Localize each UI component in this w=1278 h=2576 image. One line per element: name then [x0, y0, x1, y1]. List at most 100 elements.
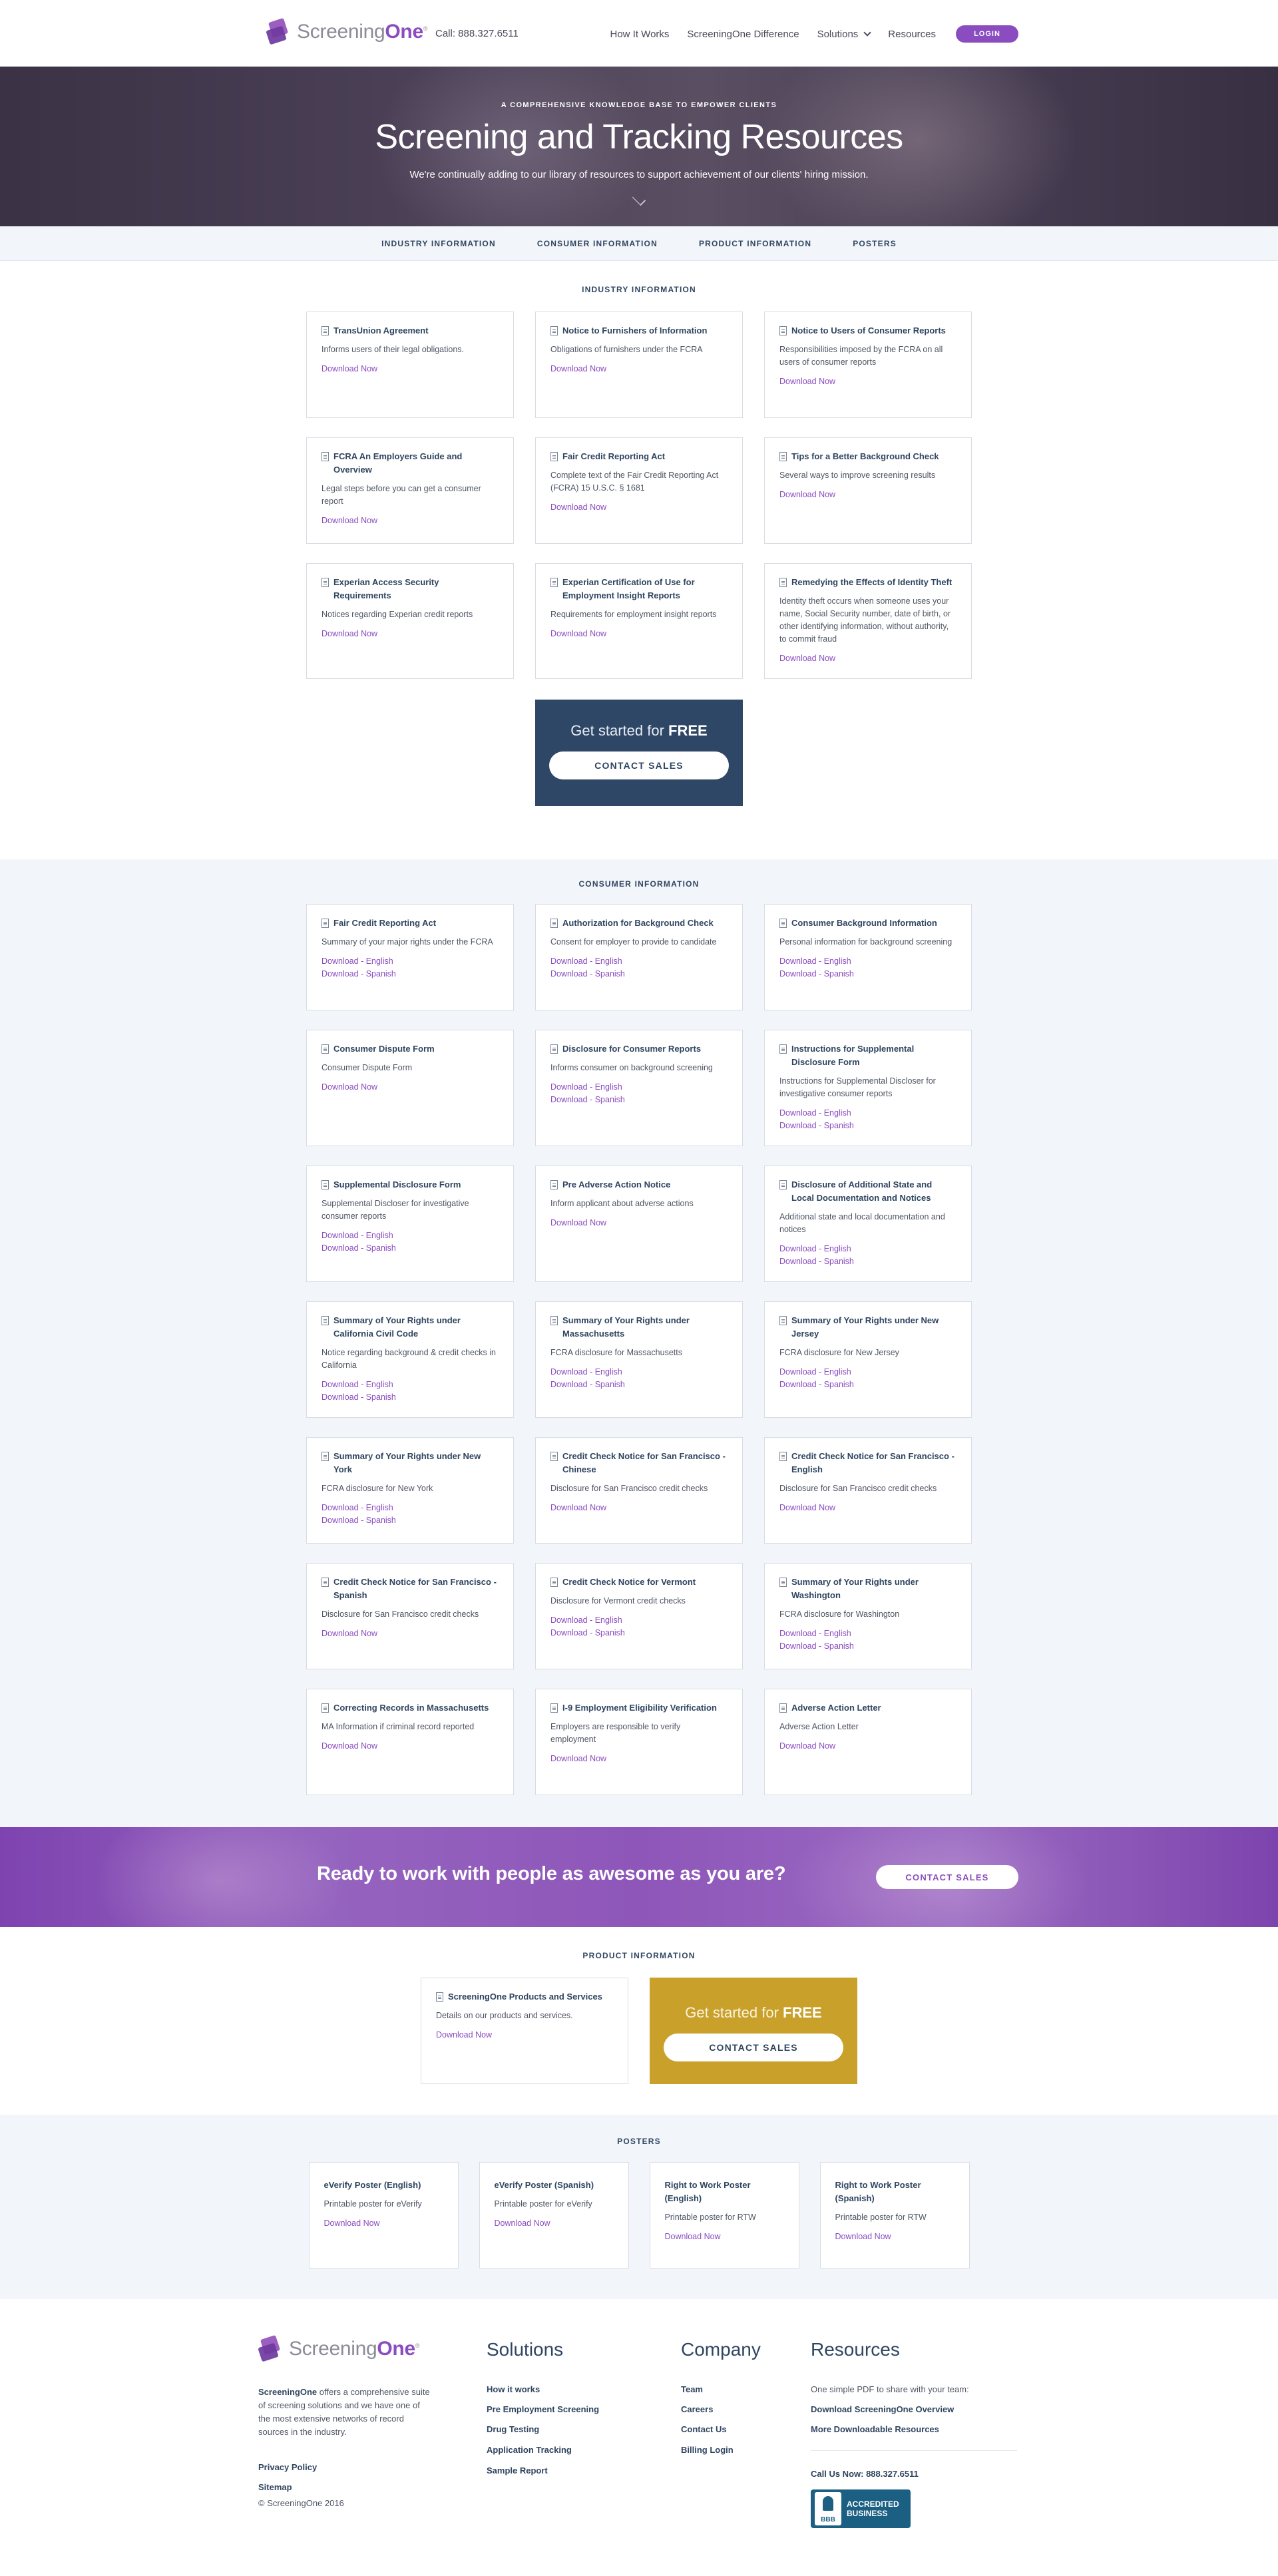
site-logo[interactable]: ScreeningOne®	[266, 17, 428, 45]
section-title: PRODUCT INFORMATION	[582, 1951, 696, 1960]
footer-about: ScreeningOne offers a comprehensive suit…	[258, 2387, 430, 2437]
download-link[interactable]: Download - Spanish	[321, 1391, 499, 1404]
document-icon	[321, 578, 329, 587]
tab-consumer-information[interactable]: CONSUMER INFORMATION	[537, 239, 658, 248]
download-link[interactable]: Download - English	[779, 1627, 957, 1640]
footer-link-drug-testing[interactable]: Drug Testing	[487, 2424, 539, 2434]
footer-call-us[interactable]: Call Us Now: 888.327.6511	[811, 2469, 919, 2479]
download-link[interactable]: Download Now	[665, 2231, 784, 2243]
card-description: FCRA disclosure for Washington	[779, 1610, 900, 1619]
download-link[interactable]: Download - English	[321, 1379, 499, 1391]
footer-link-sample-report[interactable]: Sample Report	[487, 2466, 548, 2475]
download-link[interactable]: Download - Spanish	[779, 1640, 957, 1653]
resource-card: Notice to Furnishers of Information Oblig…	[535, 312, 743, 418]
download-link[interactable]: Download - English	[321, 955, 499, 968]
tab-posters[interactable]: POSTERS	[853, 239, 897, 248]
download-link[interactable]: Download Now	[436, 2029, 613, 2041]
download-link[interactable]: Download Now	[779, 489, 957, 501]
download-link[interactable]: Download - Spanish	[321, 1242, 499, 1255]
download-link[interactable]: Download Now	[550, 1753, 728, 1765]
download-link[interactable]: Download - Spanish	[321, 1514, 499, 1527]
download-link[interactable]: Download Now	[550, 501, 728, 514]
download-link[interactable]: Download - Spanish	[779, 968, 957, 980]
document-icon	[436, 1992, 443, 2002]
privacy-policy-link[interactable]: Privacy Policy	[258, 2462, 317, 2472]
download-link[interactable]: Download - English	[550, 1366, 728, 1379]
resource-card: Summary of Your Rights under New Jersey F…	[764, 1301, 972, 1418]
tab-product-information[interactable]: PRODUCT INFORMATION	[699, 239, 811, 248]
footer-link-pre-employment[interactable]: Pre Employment Screening	[487, 2404, 599, 2414]
bbb-accredited-badge[interactable]: BBB ACCREDITED BUSINESS	[811, 2489, 911, 2528]
download-link[interactable]: Download - English	[550, 955, 728, 968]
footer-link-application-tracking[interactable]: Application Tracking	[487, 2445, 572, 2455]
download-link[interactable]: Download - Spanish	[779, 1379, 957, 1391]
card-title: Fair Credit Reporting Act	[321, 917, 499, 930]
footer-link-billing-login[interactable]: Billing Login	[681, 2445, 734, 2455]
footer-link-how-it-works[interactable]: How it works	[487, 2384, 540, 2394]
tab-industry-information[interactable]: INDUSTRY INFORMATION	[381, 239, 496, 248]
card-description: Disclosure for San Francisco credit chec…	[779, 1484, 937, 1493]
card-title: Credit Check Notice for Vermont	[550, 1576, 728, 1589]
card-description: Printable poster for eVerify	[323, 2199, 422, 2209]
download-link[interactable]: Download - Spanish	[779, 1255, 957, 1268]
download-link[interactable]: Download Now	[321, 1627, 499, 1640]
footer-link-more-resources[interactable]: More Downloadable Resources	[811, 2424, 939, 2434]
nav-solutions[interactable]: Solutions	[817, 29, 871, 40]
download-link[interactable]: Download Now	[779, 375, 957, 388]
banner-contact-sales-button[interactable]: CONTACT SALES	[876, 1865, 1018, 1889]
download-link[interactable]: Download - Spanish	[550, 1379, 728, 1391]
download-link[interactable]: Download Now	[321, 628, 499, 640]
download-link[interactable]: Download - Spanish	[550, 968, 728, 980]
nav-how-it-works[interactable]: How It Works	[610, 29, 670, 40]
card-description: Details on our products and services.	[436, 2011, 573, 2020]
footer-logo[interactable]: ScreeningOne®	[258, 2334, 420, 2362]
download-link[interactable]: Download Now	[321, 1740, 499, 1753]
download-link[interactable]: Download Now	[550, 628, 728, 640]
download-link[interactable]: Download - Spanish	[550, 1094, 728, 1106]
download-link[interactable]: Download - English	[779, 1366, 957, 1379]
download-link[interactable]: Download Now	[321, 363, 499, 375]
download-link[interactable]: Download Now	[321, 515, 499, 527]
download-link[interactable]: Download Now	[779, 652, 957, 665]
download-link[interactable]: Download Now	[779, 1502, 957, 1514]
download-link[interactable]: Download - English	[550, 1614, 728, 1627]
download-link[interactable]: Download Now	[550, 1502, 728, 1514]
download-link[interactable]: Download Now	[550, 363, 728, 375]
download-link[interactable]: Download Now	[779, 1740, 957, 1753]
download-link[interactable]: Download - Spanish	[779, 1120, 957, 1132]
contact-sales-button[interactable]: CONTACT SALES	[549, 751, 729, 779]
download-link[interactable]: Download Now	[495, 2217, 614, 2230]
sitemap-link[interactable]: Sitemap	[258, 2482, 292, 2492]
download-link[interactable]: Download Now	[324, 2217, 443, 2230]
contact-sales-button[interactable]: CONTACT SALES	[664, 2034, 843, 2061]
download-link[interactable]: Download - English	[321, 1229, 499, 1242]
document-icon	[550, 1703, 558, 1713]
footer-link-careers[interactable]: Careers	[681, 2404, 713, 2414]
card-title: I-9 Employment Eligibility Verification	[550, 1701, 728, 1715]
document-icon	[550, 1180, 558, 1189]
download-link[interactable]: Download Now	[835, 2231, 955, 2243]
resource-card: Summary of Your Rights under California …	[306, 1301, 514, 1418]
footer-link-contact-us[interactable]: Contact Us	[681, 2424, 727, 2434]
resource-card: Experian Access Security Requirements Not…	[306, 563, 514, 679]
download-link[interactable]: Download - English	[550, 1081, 728, 1094]
download-link[interactable]: Download - English	[779, 1243, 957, 1255]
download-link[interactable]: Download Now	[550, 1217, 728, 1229]
card-description: FCRA disclosure for New Jersey	[779, 1348, 899, 1357]
download-link[interactable]: Download Now	[321, 1081, 499, 1094]
download-link[interactable]: Download - English	[779, 1107, 957, 1120]
login-button[interactable]: LOGIN	[956, 25, 1018, 43]
resource-card: Tips for a Better Background Check Severa…	[764, 437, 972, 544]
card-title: Right to Work Poster (Spanish)	[835, 2180, 921, 2203]
download-link[interactable]: Download - English	[321, 1502, 499, 1514]
nav-resources[interactable]: Resources	[888, 29, 936, 40]
header-phone[interactable]: Call: 888.327.6511	[435, 28, 519, 39]
footer-link-overview-pdf[interactable]: Download ScreeningOne Overview	[811, 2404, 954, 2414]
card-title: Disclosure of Additional State and Local…	[779, 1178, 957, 1205]
footer-link-team[interactable]: Team	[681, 2384, 703, 2394]
download-link[interactable]: Download - English	[779, 955, 957, 968]
download-link[interactable]: Download - Spanish	[321, 968, 499, 980]
download-link[interactable]: Download - Spanish	[550, 1627, 728, 1639]
card-description: Consumer Dispute Form	[321, 1063, 413, 1072]
nav-difference[interactable]: ScreeningOne Difference	[687, 29, 799, 40]
